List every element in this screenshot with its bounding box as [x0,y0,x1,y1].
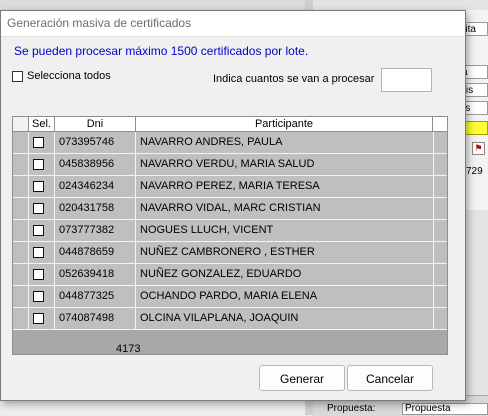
participant-cell: NAVARRO ANDRES, PAULA [135,132,433,153]
certificates-dialog: Generación masiva de certificados Se pue… [0,10,466,401]
background-bottom-field[interactable]: Propuesta [402,403,488,415]
row-select-checkbox[interactable] [33,203,44,214]
select-all-checkbox[interactable]: Selecciona todos [12,70,111,82]
dni-cell: 045838956 [54,154,135,175]
table-row[interactable]: 044878659 NUÑEZ CAMBRONERO , ESTHER [13,242,447,264]
participant-cell: NAVARRO PEREZ, MARIA TERESA [135,176,433,197]
dni-cell: 052639418 [54,264,135,285]
table-row[interactable]: 052639418 NUÑEZ GONZALEZ, EDUARDO [13,264,447,286]
table-row[interactable]: 073395746 NAVARRO ANDRES, PAULA [13,132,447,154]
background-bottom-label: Propuesta: [327,403,376,414]
dialog-titlebar[interactable]: Generación masiva de certificados [1,11,465,37]
dni-cell: 044878659 [54,242,135,263]
dni-cell: 044877325 [54,286,135,307]
count-label: Indica cuantos se van a procesar [213,73,375,85]
select-all-box[interactable] [12,70,23,82]
participant-cell: OLCINA VILAPLANA, JOAQUIN [135,308,433,329]
table-row[interactable]: 074087498 OLCINA VILAPLANA, JOAQUIN [13,308,447,330]
participant-cell: NUÑEZ GONZALEZ, EDUARDO [135,264,433,285]
row-select-checkbox[interactable] [33,159,44,170]
row-select-checkbox[interactable] [33,269,44,280]
participant-cell: NAVARRO VIDAL, MARC CRISTIAN [135,198,433,219]
table-row[interactable]: 045838956 NAVARRO VERDU, MARIA SALUD [13,154,447,176]
participant-cell: NOGUES LLUCH, VICENT [135,220,433,241]
cancel-button[interactable]: Cancelar [347,365,433,391]
select-all-label: Selecciona todos [27,70,111,82]
dni-cell: 020431758 [54,198,135,219]
participants-grid: Sel. Dni Participante 073395746 NAVARRO … [12,116,448,355]
dni-cell: 073777382 [54,220,135,241]
table-row[interactable]: 024346234 NAVARRO PEREZ, MARIA TERESA [13,176,447,198]
participant-cell: OCHANDO PARDO, MARIA ELENA [135,286,433,307]
column-header-dni[interactable]: Dni [54,117,135,131]
background-number: 729 [466,166,483,177]
batch-limit-info: Se pueden procesar máximo 1500 certifica… [14,44,309,58]
participant-cell: NAVARRO VERDU, MARIA SALUD [135,154,433,175]
column-header-participante[interactable]: Participante [135,117,433,131]
count-input[interactable] [381,68,432,92]
table-row[interactable]: 073777382 NOGUES LLUCH, VICENT [13,220,447,242]
table-row[interactable]: 020431758 NAVARRO VIDAL, MARC CRISTIAN [13,198,447,220]
participant-cell: NUÑEZ CAMBRONERO , ESTHER [135,242,433,263]
grid-footer [13,330,447,354]
row-select-checkbox[interactable] [33,291,44,302]
grid-total-count: 4173 [116,343,141,355]
dni-cell: 074087498 [54,308,135,329]
dni-cell: 024346234 [54,176,135,197]
dialog-title: Generación masiva de certificados [7,16,192,30]
row-select-checkbox[interactable] [33,225,44,236]
row-select-checkbox[interactable] [33,313,44,324]
column-header-sel[interactable]: Sel. [28,117,54,131]
warning-flag-icon[interactable]: ⚑ [472,142,485,155]
row-select-checkbox[interactable] [33,181,44,192]
table-row[interactable]: 044877325 OCHANDO PARDO, MARIA ELENA [13,286,447,308]
row-select-checkbox[interactable] [33,247,44,258]
row-select-checkbox[interactable] [33,137,44,148]
grid-header-indicator [13,117,28,131]
generate-button[interactable]: Generar [259,365,345,391]
dni-cell: 073395746 [54,132,135,153]
grid-header: Sel. Dni Participante [13,117,447,132]
